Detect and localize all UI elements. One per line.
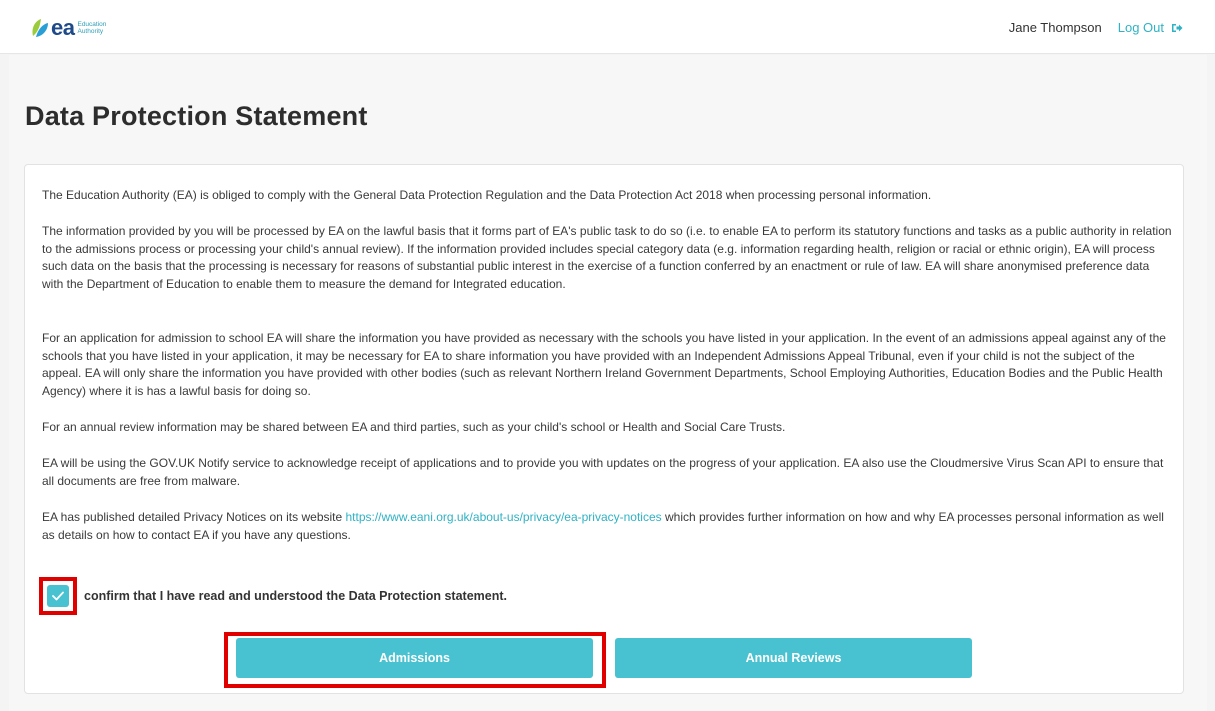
page-content: Data Protection Statement The Education … [9, 55, 1207, 711]
sign-out-icon[interactable] [1171, 22, 1183, 34]
logo-subtitle: Education Authority [77, 21, 106, 35]
privacy-text-before: EA has published detailed Privacy Notice… [42, 510, 346, 524]
logout-link[interactable]: Log Out [1118, 20, 1164, 35]
ea-logo[interactable]: ea Education Authority [31, 17, 106, 39]
statement-paragraph-5-text: EA will be using the GOV.UK Notify servi… [42, 456, 1164, 488]
confirm-label[interactable]: confirm that I have read and understood … [84, 589, 507, 603]
leaf-icon [32, 19, 48, 37]
checkbox-highlight [39, 577, 77, 615]
user-area: Jane Thompson Log Out [1009, 20, 1183, 35]
page-title: Data Protection Statement [25, 101, 368, 131]
statement-paragraph-3: For an application for admission to scho… [42, 331, 1166, 398]
statement-paragraph-5: EA will be using the GOV.UK Notify servi… [42, 455, 1172, 490]
privacy-notices-link[interactable]: https://www.eani.org.uk/about-us/privacy… [346, 510, 662, 524]
statement-paragraph-1: The Education Authority (EA) is obliged … [42, 188, 932, 202]
top-navbar: ea Education Authority Jane Thompson Log… [0, 0, 1215, 54]
confirm-checkbox[interactable] [47, 585, 69, 607]
admissions-button[interactable]: Admissions [236, 638, 593, 678]
statement-paragraph-6: EA has published detailed Privacy Notice… [42, 509, 1172, 544]
statement-paragraph-2: The information provided by you will be … [42, 224, 1172, 291]
user-name: Jane Thompson [1008, 20, 1102, 35]
annual-reviews-button[interactable]: Annual Reviews [615, 638, 972, 678]
statement-card: The Education Authority (EA) is obliged … [24, 164, 1184, 694]
confirm-row: confirm that I have read and understood … [39, 577, 507, 615]
logo-wordmark: ea [51, 15, 75, 40]
logo-subtitle-line1: Education [77, 21, 107, 28]
statement-paragraph-4: For an annual review information may be … [42, 420, 786, 434]
logo-subtitle-line2: Authority [77, 28, 104, 35]
checkmark-icon [52, 591, 64, 601]
